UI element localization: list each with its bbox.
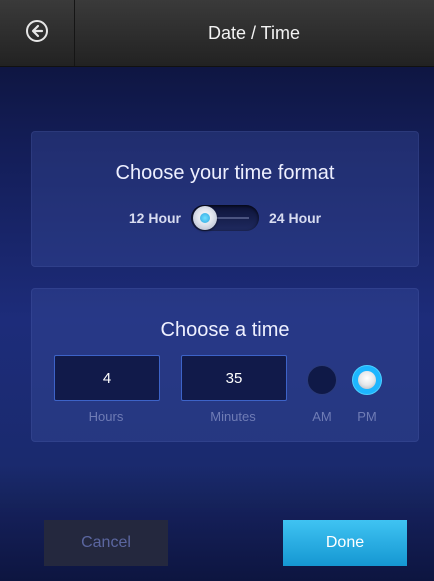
- minutes-field[interactable]: 35: [181, 355, 287, 401]
- pm-radio[interactable]: [352, 365, 382, 395]
- 12-hour-label[interactable]: 12 Hour: [129, 210, 181, 226]
- am-radio[interactable]: [307, 365, 337, 395]
- choose-time-panel: Choose a time 4 35 Hours Minutes AM PM: [31, 288, 419, 442]
- header-bar: Date / Time: [0, 0, 434, 67]
- time-format-title: Choose your time format: [115, 162, 335, 184]
- done-button[interactable]: Done: [283, 520, 407, 566]
- time-format-panel: Choose your time format 12 Hour 24 Hour: [31, 131, 419, 267]
- am-label: AM: [312, 409, 332, 424]
- footer-bar: Cancel Done: [0, 508, 434, 581]
- arrow-left-circle-icon: [25, 19, 49, 48]
- hours-label: Hours: [88, 409, 124, 424]
- page-title: Date / Time: [207, 22, 301, 43]
- time-format-row: 12 Hour 24 Hour: [32, 205, 418, 231]
- hours-field[interactable]: 4: [54, 355, 160, 401]
- time-format-toggle[interactable]: [191, 205, 259, 231]
- pm-label: PM: [357, 409, 377, 424]
- toggle-knob[interactable]: [193, 206, 217, 230]
- cancel-button[interactable]: Cancel: [44, 520, 168, 566]
- 24-hour-label[interactable]: 24 Hour: [269, 210, 321, 226]
- choose-time-title: Choose a time: [160, 319, 290, 341]
- back-button[interactable]: [0, 0, 75, 66]
- minutes-label: Minutes: [210, 409, 256, 424]
